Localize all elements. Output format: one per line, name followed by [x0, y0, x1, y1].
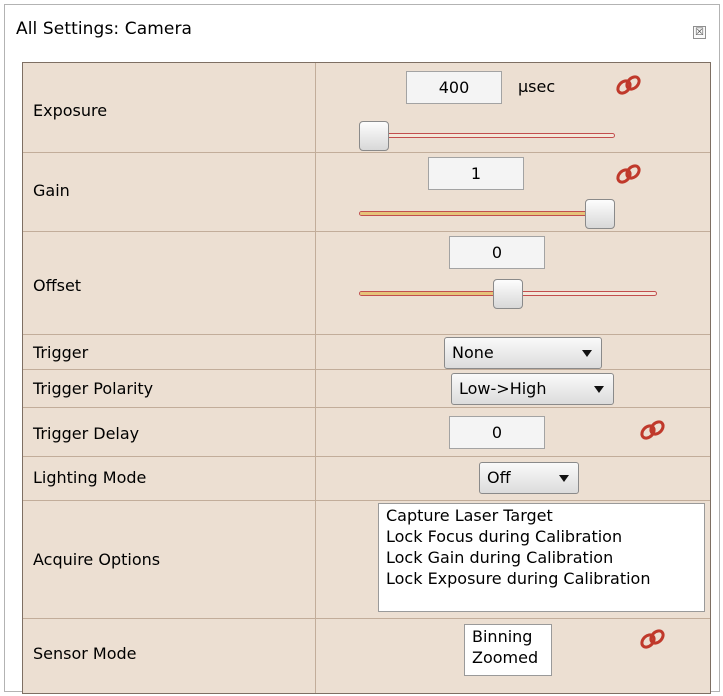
- gain-input[interactable]: 1: [428, 157, 524, 190]
- row-divider: [23, 334, 710, 335]
- lighting-mode-label: Lighting Mode: [33, 468, 147, 487]
- trigger-delay-label: Trigger Delay: [33, 424, 140, 443]
- chain-link-icon[interactable]: [614, 162, 644, 186]
- chain-link-icon[interactable]: [638, 627, 668, 651]
- gain-slider-fill: [360, 212, 614, 215]
- row-divider: [23, 231, 710, 232]
- list-item[interactable]: Lock Focus during Calibration: [386, 526, 704, 547]
- row-divider: [23, 407, 710, 408]
- exposure-slider-track[interactable]: [359, 133, 615, 138]
- chevron-down-icon: [594, 386, 604, 393]
- chain-link-icon[interactable]: [638, 418, 668, 442]
- gain-slider-track[interactable]: [359, 211, 615, 216]
- acquire-options-list[interactable]: Capture Laser Target Lock Focus during C…: [378, 503, 705, 612]
- trigger-select[interactable]: None: [444, 337, 602, 369]
- exposure-slider-thumb[interactable]: [359, 121, 389, 151]
- trigger-polarity-select[interactable]: Low->High: [451, 373, 614, 405]
- trigger-polarity-label: Trigger Polarity: [33, 379, 154, 398]
- gain-label: Gain: [33, 181, 70, 200]
- offset-label: Offset: [33, 276, 82, 295]
- settings-window: All Settings: Camera ☒ Exposure 400 μsec…: [4, 4, 720, 694]
- chain-link-icon[interactable]: [614, 73, 644, 97]
- acquire-options-label: Acquire Options: [33, 550, 161, 569]
- title-bar: All Settings: Camera ☒: [5, 5, 719, 53]
- row-divider: [23, 500, 710, 501]
- sensor-mode-label: Sensor Mode: [33, 644, 137, 663]
- lighting-mode-selected: Off: [487, 468, 511, 487]
- exposure-unit: μsec: [518, 77, 556, 96]
- offset-input[interactable]: 0: [449, 236, 545, 269]
- offset-slider-thumb[interactable]: [493, 279, 523, 309]
- chevron-down-icon: [582, 350, 592, 357]
- close-button[interactable]: ☒: [693, 26, 706, 39]
- exposure-input[interactable]: 400: [406, 71, 502, 104]
- trigger-label: Trigger: [33, 343, 89, 362]
- settings-grid: Exposure 400 μsec Gain 1 Offset 0 Trigge: [22, 62, 711, 694]
- column-divider: [315, 63, 316, 693]
- trigger-selected: None: [452, 343, 494, 362]
- list-item[interactable]: Zoomed: [472, 647, 551, 668]
- sensor-mode-list[interactable]: Binning Zoomed: [464, 624, 552, 676]
- exposure-label: Exposure: [33, 101, 108, 120]
- offset-slider-fill: [360, 292, 508, 295]
- list-item[interactable]: Lock Gain during Calibration: [386, 547, 704, 568]
- chevron-down-icon: [559, 475, 569, 482]
- trigger-polarity-selected: Low->High: [459, 379, 547, 398]
- row-divider: [23, 456, 710, 457]
- gain-slider-thumb[interactable]: [585, 199, 615, 229]
- list-item[interactable]: Capture Laser Target: [386, 505, 704, 526]
- window-title: All Settings: Camera: [16, 19, 193, 39]
- trigger-delay-input[interactable]: 0: [449, 416, 545, 449]
- row-divider: [23, 618, 710, 619]
- list-item[interactable]: Lock Exposure during Calibration: [386, 568, 704, 589]
- row-divider: [23, 152, 710, 153]
- list-item[interactable]: Binning: [472, 626, 551, 647]
- row-divider: [23, 369, 710, 370]
- lighting-mode-select[interactable]: Off: [479, 462, 579, 494]
